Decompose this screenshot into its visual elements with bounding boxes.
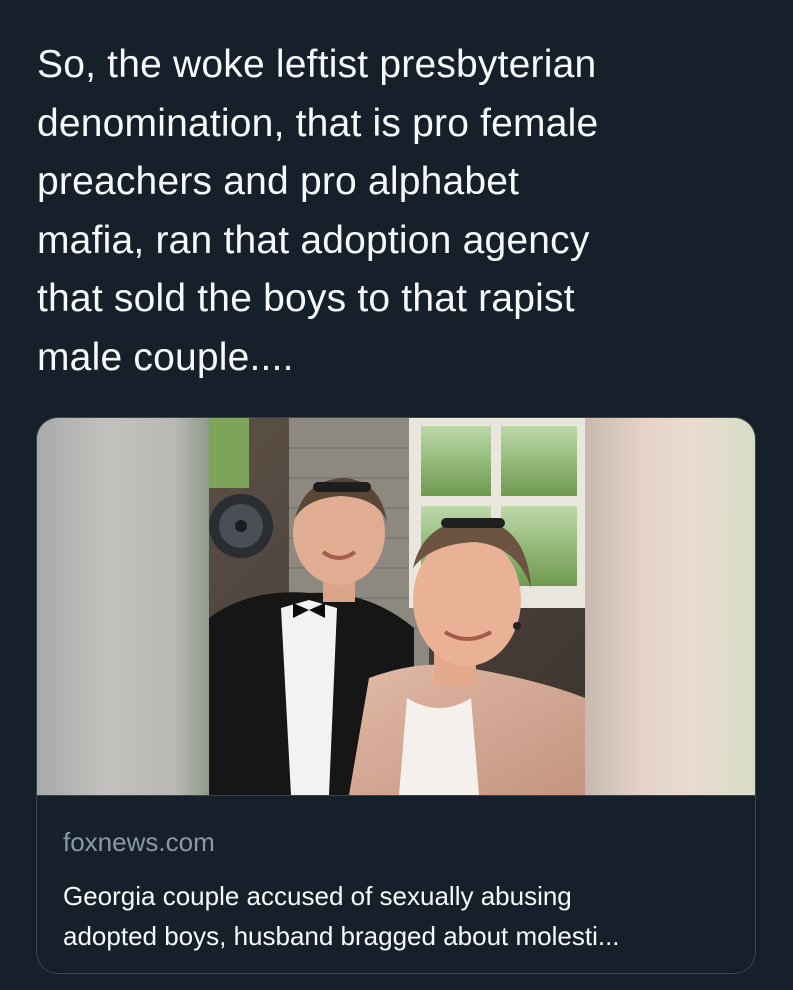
card-headline-line: Georgia couple accused of sexually abusi… bbox=[63, 881, 572, 911]
link-preview-card[interactable]: foxnews.com Georgia couple accused of se… bbox=[36, 417, 756, 974]
tweet-text-line: that sold the boys to that rapist bbox=[37, 277, 575, 320]
tweet-text-line: mafia, ran that adoption agency bbox=[37, 218, 590, 262]
tweet-text-line: male couple.... bbox=[37, 335, 294, 379]
tweet-text-line: denomination, that is pro female bbox=[37, 101, 599, 145]
blurred-image-edge-left bbox=[37, 418, 209, 795]
card-headline-line: adopted boys, husband bragged about mole… bbox=[63, 921, 620, 951]
tweet-text-line: So, the woke leftist presbyterian bbox=[37, 43, 597, 86]
blurred-image-edge-right bbox=[583, 418, 755, 795]
card-headline: Georgia couple accused of sexually abusi… bbox=[63, 876, 733, 956]
card-domain: foxnews.com bbox=[63, 827, 215, 857]
tweet-text: So, the woke leftist presbyterian denomi… bbox=[37, 36, 757, 387]
tweet-text-line: preachers and pro alphabet bbox=[37, 160, 520, 203]
photo-of-two-men-selfie bbox=[209, 418, 585, 795]
card-image[interactable] bbox=[37, 418, 755, 796]
tweet: So, the woke leftist presbyterian denomi… bbox=[0, 0, 793, 990]
